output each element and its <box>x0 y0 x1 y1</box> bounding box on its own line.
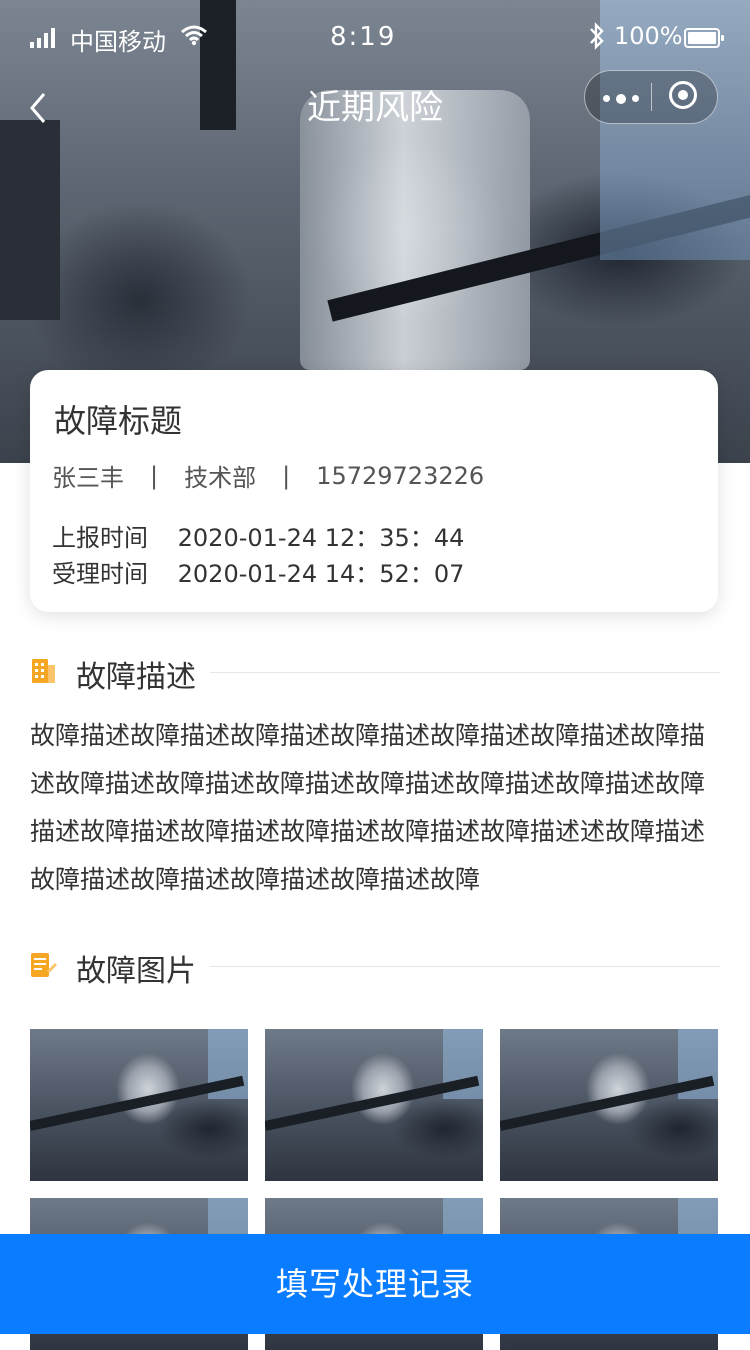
section-divider <box>210 672 720 673</box>
fault-picture[interactable] <box>265 1029 483 1181</box>
more-button[interactable] <box>603 93 639 104</box>
status-bar: 中国移动 8:19 100% <box>0 0 750 76</box>
fault-title: 故障标题 <box>54 402 183 440</box>
building-icon <box>30 658 56 688</box>
battery-percent: 100% <box>614 22 683 50</box>
fault-picture[interactable] <box>500 1029 718 1181</box>
divider: | <box>282 461 291 490</box>
divider: | <box>150 461 159 490</box>
section-divider <box>210 966 720 967</box>
description-section-header: 故障描述 <box>30 652 720 695</box>
battery-icon <box>684 28 724 48</box>
phone-number[interactable]: 15729723226 <box>316 462 484 490</box>
capsule-divider <box>651 83 652 111</box>
fault-description: 故障描述故障描述故障描述故障描述故障描述故障描述故障描述故障描述故障描述故障描述… <box>30 721 706 894</box>
fault-info-card: 故障标题 张三丰 | 技术部 | 15729723226 上报时间 2020-0… <box>30 370 718 612</box>
reporter-info: 张三丰 | 技术部 | 15729723226 <box>52 458 484 493</box>
fault-picture[interactable] <box>30 1029 248 1181</box>
description-heading: 故障描述 <box>76 660 196 695</box>
pictures-section-header: 故障图片 <box>30 946 720 989</box>
close-mini-program-button[interactable] <box>669 81 697 109</box>
wifi-icon <box>180 24 208 52</box>
fill-handling-record-button[interactable]: 填写处理记录 <box>0 1234 750 1334</box>
clock: 8:19 <box>330 22 397 52</box>
department: 技术部 <box>184 464 257 492</box>
nav-bar: 近期风险 <box>0 70 750 136</box>
report-time-row: 上报时间 2020-01-24 12：35：44 <box>52 518 464 553</box>
signal-icon <box>30 28 55 48</box>
accept-time-value: 2020-01-24 14：52：07 <box>177 560 465 588</box>
accept-time-row: 受理时间 2020-01-24 14：52：07 <box>52 554 464 589</box>
header-image-left-device <box>0 120 60 320</box>
reporter-name: 张三丰 <box>52 464 124 492</box>
mini-program-capsule <box>584 70 718 124</box>
pictures-heading: 故障图片 <box>76 954 196 989</box>
carrier-name: 中国移动 <box>70 28 166 56</box>
accept-time-label: 受理时间 <box>52 560 148 588</box>
bluetooth-icon <box>586 22 608 56</box>
report-time-label: 上报时间 <box>52 524 148 552</box>
document-edit-icon <box>30 952 58 982</box>
report-time-value: 2020-01-24 12：35：44 <box>177 524 465 552</box>
